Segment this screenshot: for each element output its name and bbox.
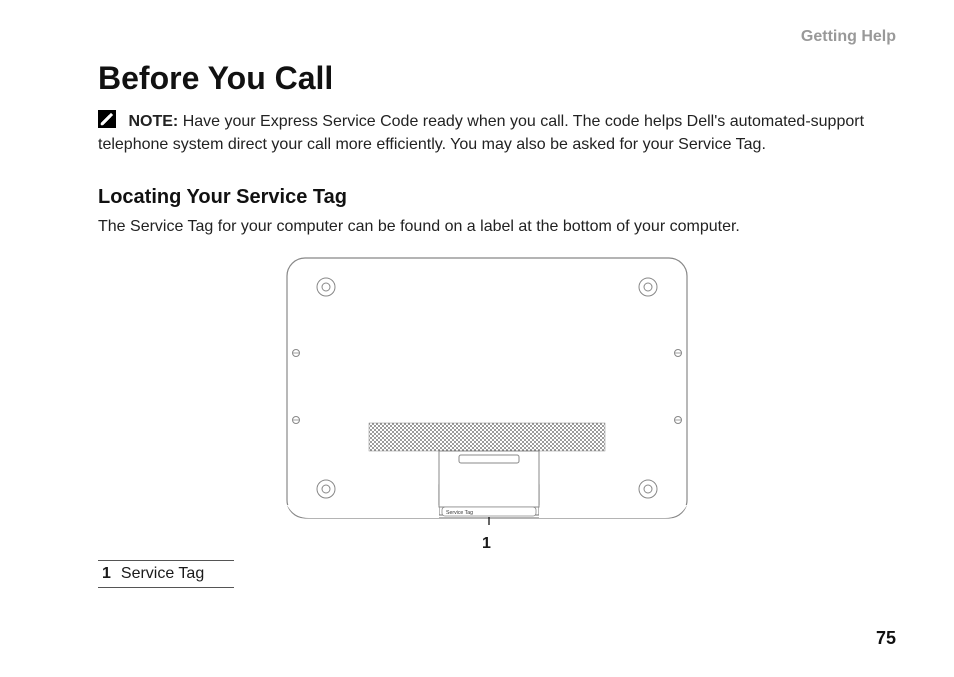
legend-row: 1 Service Tag — [98, 560, 234, 588]
manual-page: Getting Help Before You Call NOTE: Have … — [0, 0, 954, 677]
legend-number: 1 — [102, 565, 111, 582]
note-block: NOTE: Have your Express Service Code rea… — [98, 110, 896, 156]
pencil-note-icon — [98, 110, 116, 128]
section-header-label: Getting Help — [801, 28, 896, 46]
page-heading: Before You Call — [98, 60, 333, 97]
body-text: The Service Tag for your computer can be… — [98, 218, 896, 236]
subheading: Locating Your Service Tag — [98, 186, 347, 209]
laptop-bottom-illustration: Service Tag — [284, 255, 690, 525]
callout-number-1: 1 — [482, 535, 491, 553]
service-tag-label-text: Service Tag — [446, 510, 473, 516]
page-number: 75 — [876, 628, 896, 649]
note-text: Have your Express Service Code ready whe… — [98, 113, 864, 153]
legend-text: Service Tag — [121, 565, 204, 582]
note-label: NOTE: — [128, 113, 178, 130]
